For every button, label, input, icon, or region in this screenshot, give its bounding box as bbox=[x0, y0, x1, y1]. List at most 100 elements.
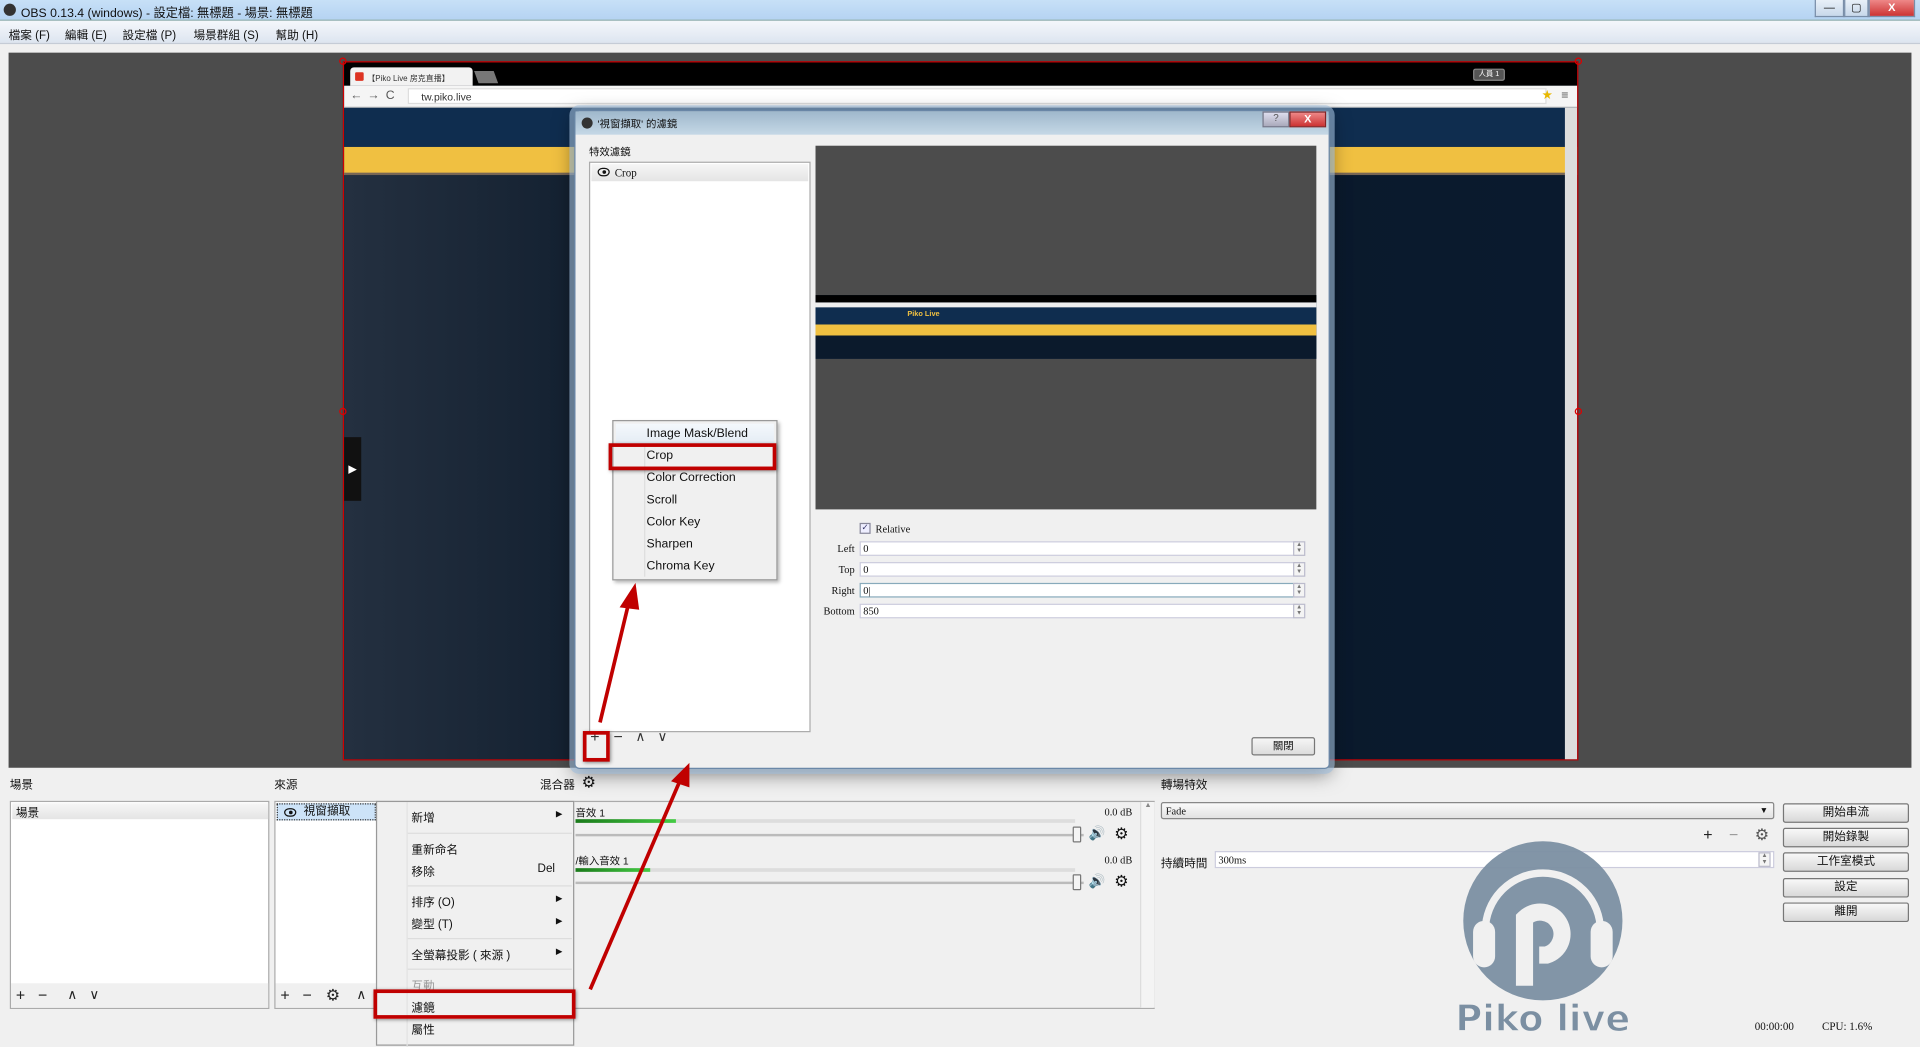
top-spinner[interactable]: ▲ ▼ bbox=[1293, 562, 1306, 577]
filter-item-crop[interactable]: Crop bbox=[591, 164, 809, 182]
settings-button[interactable]: 設定 bbox=[1782, 877, 1909, 898]
mixer-gear-icon[interactable]: ⚙ bbox=[582, 774, 596, 790]
move-up-button[interactable]: ∧ bbox=[636, 729, 646, 746]
move-down-button[interactable]: ∨ bbox=[658, 729, 668, 746]
scene-item[interactable]: 場景 bbox=[12, 803, 269, 820]
ctx-order[interactable]: 排序 (O) bbox=[411, 893, 454, 909]
reload-icon: C bbox=[385, 89, 395, 103]
eye-icon[interactable] bbox=[284, 808, 297, 817]
menu-item-color-correction[interactable]: Color Correction bbox=[647, 468, 736, 490]
source-name: 視窗擷取 bbox=[303, 804, 351, 818]
status-cpu: CPU: 1.6% bbox=[1822, 1020, 1873, 1033]
source-properties-gear-icon[interactable]: ⚙ bbox=[326, 986, 340, 1004]
scene-down-button[interactable]: ∨ bbox=[89, 987, 99, 1004]
transition-value: Fade bbox=[1165, 804, 1186, 817]
add-transition-button[interactable]: + bbox=[1703, 826, 1712, 844]
browser-scrollbar bbox=[1564, 107, 1578, 760]
mixer-scrollbar[interactable]: ▲ bbox=[1140, 802, 1155, 1008]
resize-handle[interactable] bbox=[339, 407, 347, 416]
close-dialog-button[interactable]: 關閉 bbox=[1251, 737, 1316, 756]
track-gear-icon[interactable]: ⚙ bbox=[1114, 825, 1128, 841]
window-title: OBS 0.13.4 (windows) - 設定檔: 無標題 - 場景: 無標… bbox=[20, 7, 313, 21]
address-bar: tw.piko.live bbox=[407, 88, 1547, 105]
volume-slider-handle[interactable] bbox=[1072, 826, 1082, 843]
highlight-box bbox=[582, 731, 610, 762]
volume-meter bbox=[575, 868, 1076, 872]
preview-thumbnail: Piko Live bbox=[815, 295, 1317, 359]
remove-source-button[interactable]: − bbox=[302, 986, 311, 1004]
ctx-add[interactable]: 新增 bbox=[411, 808, 434, 825]
right-spinner[interactable]: ▲ ▼ bbox=[1293, 582, 1306, 598]
source-item[interactable]: 視窗擷取 bbox=[276, 803, 376, 821]
bottom-label: Bottom bbox=[823, 604, 855, 618]
remove-filter-button[interactable]: − bbox=[613, 728, 622, 746]
scenes-label: 場景 bbox=[9, 778, 34, 793]
eye-icon[interactable] bbox=[597, 167, 610, 177]
dialog-close-button[interactable]: X bbox=[1289, 111, 1327, 128]
right-label: Right bbox=[831, 584, 855, 597]
menu-scene-collection[interactable]: 場景群組 (S) bbox=[193, 26, 258, 42]
bottom-input[interactable]: 850 bbox=[859, 603, 1298, 619]
menu-file[interactable]: 檔案 (F) bbox=[9, 26, 50, 42]
forward-icon: → bbox=[367, 89, 380, 103]
exit-button[interactable]: 離開 bbox=[1782, 902, 1909, 923]
volume-slider[interactable] bbox=[575, 833, 1084, 837]
user-badge: 人員 1 bbox=[1473, 68, 1505, 81]
submenu-arrow-icon: ▶ bbox=[555, 810, 563, 820]
ctx-remove[interactable]: 移除 bbox=[411, 862, 434, 879]
add-scene-button[interactable]: + bbox=[16, 986, 25, 1004]
add-source-button[interactable]: + bbox=[280, 986, 289, 1004]
left-input[interactable]: 0 bbox=[859, 541, 1298, 556]
source-up-button[interactable]: ∧ bbox=[356, 987, 366, 1004]
volume-meter bbox=[575, 819, 1076, 823]
relative-checkbox[interactable]: ✓ bbox=[859, 522, 871, 534]
top-input[interactable]: 0 bbox=[859, 562, 1298, 577]
menu-help[interactable]: 幫助 (H) bbox=[276, 26, 319, 42]
volume-slider[interactable] bbox=[575, 881, 1084, 885]
resize-handle[interactable] bbox=[1574, 407, 1583, 416]
submenu-arrow-icon: ▶ bbox=[555, 947, 563, 957]
help-button[interactable]: ? bbox=[1262, 111, 1290, 128]
transition-select[interactable]: Fade ▼ bbox=[1160, 802, 1775, 820]
resize-handle[interactable] bbox=[1574, 57, 1583, 65]
duration-spinner[interactable]: ▲ ▼ bbox=[1758, 852, 1771, 867]
minimize-button[interactable]: — bbox=[1814, 0, 1845, 18]
resize-handle[interactable] bbox=[339, 57, 347, 65]
menu-edit[interactable]: 編輯 (E) bbox=[65, 26, 107, 42]
remove-scene-button[interactable]: − bbox=[38, 986, 47, 1004]
volume-slider-handle[interactable] bbox=[1072, 874, 1082, 891]
speaker-icon[interactable]: 🔊 bbox=[1089, 873, 1106, 889]
star-icon: ★ bbox=[1541, 89, 1553, 103]
remove-transition-button[interactable]: − bbox=[1729, 826, 1738, 844]
submenu-arrow-icon: ▶ bbox=[555, 895, 563, 904]
menu-item-scroll[interactable]: Scroll bbox=[647, 490, 678, 512]
menu-item-sharpen[interactable]: Sharpen bbox=[647, 534, 693, 556]
start-recording-button[interactable]: 開始錄製 bbox=[1782, 827, 1909, 848]
browser-tab[interactable]: 【Piko Live 房克直播】 bbox=[350, 67, 473, 86]
dialog-title-bar: '視窗擷取' 的濾鏡 ? X bbox=[575, 111, 1329, 135]
studio-mode-button[interactable]: 工作室模式 bbox=[1782, 852, 1909, 872]
left-spinner[interactable]: ▲ ▼ bbox=[1293, 541, 1306, 556]
start-streaming-button[interactable]: 開始串流 bbox=[1782, 803, 1909, 823]
bottom-spinner[interactable]: ▲ ▼ bbox=[1293, 603, 1306, 619]
menu-bar: 檔案 (F) 編輯 (E) 設定檔 (P) 場景群組 (S) 幫助 (H) bbox=[0, 20, 1920, 45]
menu-item-chroma-key[interactable]: Chroma Key bbox=[647, 556, 715, 578]
ctx-rename[interactable]: 重新命名 bbox=[411, 840, 458, 857]
transition-gear-icon[interactable]: ⚙ bbox=[1755, 826, 1769, 844]
menu-item-color-key[interactable]: Color Key bbox=[647, 512, 701, 534]
menu-profile[interactable]: 設定檔 (P) bbox=[122, 26, 176, 42]
ctx-fullscreen-projector[interactable]: 全螢幕投影 ( 來源 ) bbox=[411, 945, 510, 962]
scenes-list[interactable]: 場景 + − ∧ ∨ bbox=[9, 800, 270, 1009]
mini-site-logo: Piko Live bbox=[907, 311, 940, 319]
right-input[interactable]: 0| bbox=[859, 582, 1298, 598]
maximize-button[interactable]: ▢ bbox=[1844, 0, 1869, 18]
speaker-icon[interactable]: 🔊 bbox=[1089, 825, 1106, 842]
track-gear-icon[interactable]: ⚙ bbox=[1114, 873, 1128, 889]
ctx-transform[interactable]: 變型 (T) bbox=[411, 915, 452, 931]
new-tab-button[interactable] bbox=[474, 71, 499, 84]
close-button[interactable]: X bbox=[1868, 0, 1916, 18]
highlight-box bbox=[373, 989, 576, 1019]
ctx-properties[interactable]: 屬性 bbox=[411, 1020, 434, 1037]
left-label: Left bbox=[837, 542, 855, 555]
scene-up-button[interactable]: ∧ bbox=[67, 987, 77, 1004]
